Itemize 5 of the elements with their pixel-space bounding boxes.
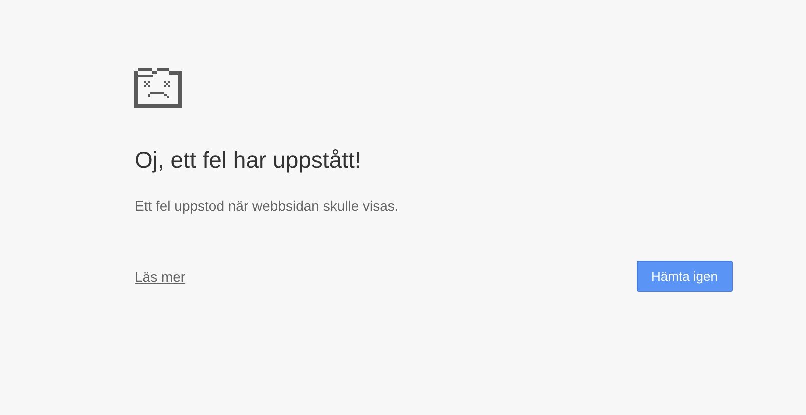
reload-button[interactable]: Hämta igen: [636, 261, 733, 292]
sad-folder-icon: [134, 68, 182, 108]
error-heading: Oj, ett fel har uppstått!: [135, 147, 362, 174]
details-link[interactable]: Läs mer: [135, 268, 186, 284]
error-message: Ett fel uppstod när webbsidan skulle visas.: [135, 198, 400, 214]
